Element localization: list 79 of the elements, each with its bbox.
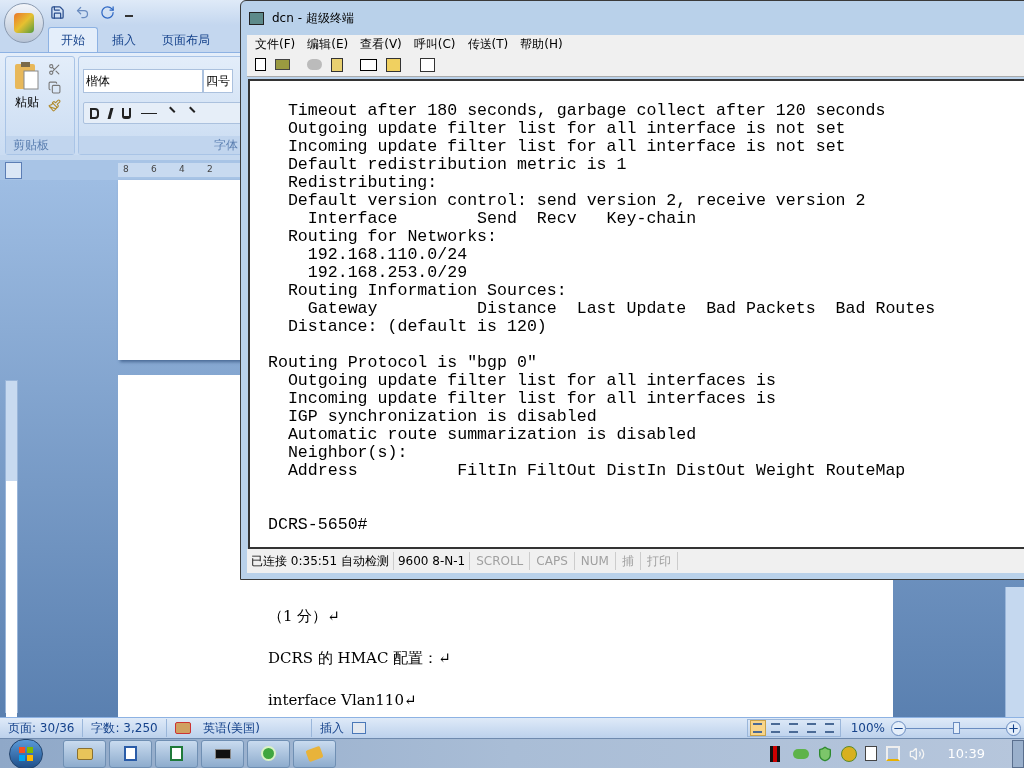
underline-icon[interactable] bbox=[122, 107, 131, 119]
font-size-field[interactable]: 四号 bbox=[203, 69, 233, 93]
terminal-line: Routing for Networks: bbox=[286, 228, 498, 246]
terminal-line: Automatic route summarization is disabled bbox=[286, 426, 697, 444]
menu-item[interactable]: 传送(T) bbox=[467, 35, 509, 53]
shield-icon[interactable] bbox=[816, 745, 833, 762]
windows-logo-icon bbox=[18, 745, 34, 762]
terminal-line: Distance: (default is 120) bbox=[286, 318, 547, 336]
group-label: 剪贴板 bbox=[6, 136, 74, 154]
window-title: dcn - 超级终端 bbox=[272, 10, 354, 27]
macro-icon[interactable] bbox=[351, 722, 366, 734]
terminal-line: Default redistribution metric is 1 bbox=[286, 156, 627, 174]
status-field: NUM bbox=[574, 552, 616, 570]
tab-selector-icon[interactable] bbox=[5, 161, 22, 179]
font-name-field[interactable]: 楷体 bbox=[83, 69, 203, 93]
terminal-line: Outgoing update filter list for all interfaces is bbox=[286, 372, 776, 390]
status-field: 9600 8-N-1 bbox=[393, 552, 471, 570]
ruler-number: 6 bbox=[151, 163, 158, 177]
terminal-line: Incoming update filter list for all interfaces is bbox=[286, 390, 776, 408]
ruler-number: 2 bbox=[207, 163, 214, 177]
clipboard-icon bbox=[14, 61, 40, 91]
italic-icon[interactable] bbox=[107, 107, 114, 119]
menu-item[interactable]: 文件(F) bbox=[255, 35, 296, 53]
terminal-line: Default version control: send version 2, receive version 2 bbox=[286, 192, 866, 210]
status-field: 捕 bbox=[615, 552, 641, 570]
page-count: 页面: 30/36 bbox=[0, 719, 84, 737]
zoom-thumb[interactable] bbox=[952, 722, 960, 734]
terminal-line: 192.168.110.0/24 bbox=[306, 246, 468, 264]
terminal-line: Outgoing update filter list for all interface is not set bbox=[286, 120, 846, 138]
terminal-line: Interface Send Recv Key-chain bbox=[306, 210, 697, 228]
proofing-icon[interactable] bbox=[174, 722, 191, 734]
terminal-line: Address FiltIn FiltOut DistIn DistOut Weight RouteMap bbox=[286, 462, 906, 480]
save-icon[interactable] bbox=[50, 5, 65, 20]
vertical-scrollbar[interactable] bbox=[1005, 587, 1024, 717]
copy-icon[interactable] bbox=[48, 81, 61, 94]
terminal-line: Neighbor(s): bbox=[286, 444, 408, 462]
film-icon[interactable] bbox=[769, 745, 780, 762]
document-text: DCRS 的 HMAC 配置：↵ bbox=[268, 648, 452, 669]
terminal-line: IGP synchronization is disabled bbox=[286, 408, 597, 426]
status-field: 打印 bbox=[640, 552, 678, 570]
terminal-line: Incoming update filter list for all interface is not set bbox=[286, 138, 846, 156]
menu-item[interactable]: 查看(V) bbox=[360, 35, 402, 53]
status-field: CAPS bbox=[530, 552, 575, 570]
ruler-number: 8 bbox=[123, 163, 130, 177]
menu-item[interactable]: 编辑(E) bbox=[307, 35, 349, 53]
ribbon-tab[interactable]: 页面布局 bbox=[150, 27, 222, 52]
ribbon-tab[interactable]: 插入 bbox=[100, 27, 148, 52]
format-painter-icon[interactable] bbox=[48, 99, 61, 112]
command-prompt: DCRS-5650# bbox=[268, 516, 368, 534]
zoom-slider[interactable] bbox=[906, 721, 1006, 735]
terminal-line: Redistributing: bbox=[286, 174, 438, 192]
view-button[interactable] bbox=[749, 720, 766, 736]
zoom-in-icon[interactable] bbox=[1006, 720, 1021, 736]
terminal-app-icon bbox=[249, 11, 264, 25]
start-button[interactable] bbox=[9, 738, 43, 768]
ruler-number: 4 bbox=[179, 163, 186, 177]
zoom-out-icon[interactable] bbox=[891, 720, 906, 736]
status-field: 已连接 0:35:51 自动检测 bbox=[247, 552, 394, 570]
insert-mode-status[interactable]: 插入 bbox=[310, 719, 352, 737]
paste-button[interactable]: 粘贴 bbox=[14, 61, 40, 136]
terminal-line: 192.168.253.0/29 bbox=[306, 264, 468, 282]
terminal-line: Routing Protocol is "bgp 0" bbox=[268, 354, 537, 372]
terminal-line: Timeout after 180 seconds, garbage collect after 120 seconds bbox=[286, 102, 886, 120]
office-logo-icon bbox=[14, 13, 34, 33]
ribbon-tab[interactable]: 开始 bbox=[48, 27, 98, 52]
menu-item[interactable]: 帮助(H) bbox=[520, 35, 563, 53]
redo-icon[interactable] bbox=[100, 5, 115, 20]
document-text: （1 分）↵ bbox=[268, 606, 341, 627]
console-icon bbox=[214, 748, 231, 759]
document-text: interface Vlan110↵ bbox=[268, 690, 418, 711]
zoom-level[interactable]: 100% bbox=[850, 719, 885, 737]
menu-item[interactable]: 呼叫(C) bbox=[413, 35, 456, 53]
terminal-line: Routing Information Sources: bbox=[286, 282, 567, 300]
word-count: 字数: 3,250 bbox=[83, 719, 167, 737]
status-field: SCROLL bbox=[470, 552, 531, 570]
language-status[interactable]: 英语(美国) bbox=[202, 719, 303, 737]
terminal-line: Gateway Distance Last Update Bad Packets Bad Routes bbox=[306, 300, 936, 318]
cut-icon[interactable] bbox=[48, 63, 61, 76]
undo-icon[interactable] bbox=[75, 5, 90, 20]
